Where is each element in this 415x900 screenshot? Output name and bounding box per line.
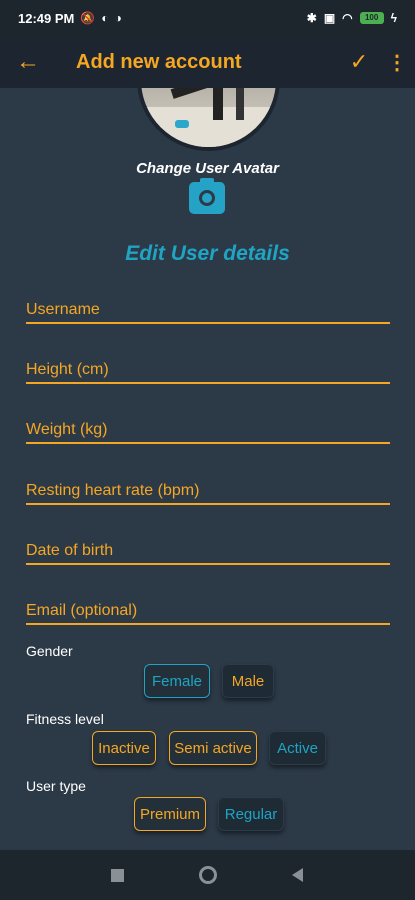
user-type-label: User type <box>26 778 86 794</box>
system-nav-bar <box>0 850 415 900</box>
email-input[interactable] <box>26 602 390 620</box>
user-type-regular-chip[interactable]: Regular <box>218 797 284 831</box>
gender-label: Gender <box>26 643 73 659</box>
camera-icon[interactable] <box>189 178 225 214</box>
resting-hr-input[interactable] <box>26 482 390 500</box>
avatar[interactable] <box>137 88 280 151</box>
weight-field <box>26 410 390 444</box>
dob-input[interactable] <box>26 542 390 560</box>
height-input[interactable] <box>26 361 390 379</box>
username-input[interactable] <box>26 301 390 319</box>
user-type-premium-chip[interactable]: Premium <box>134 797 206 831</box>
email-field <box>26 591 390 625</box>
fitness-semi-active-chip[interactable]: Semi active <box>169 731 257 765</box>
page-title: Add new account <box>76 50 242 73</box>
change-avatar-label: Change User Avatar <box>136 160 279 177</box>
app-notification-icon-2: ◑ <box>114 11 122 25</box>
mute-icon: 🔕 <box>80 11 96 25</box>
charging-icon: ϟ <box>390 11 397 25</box>
app-notification-icon: ◐ <box>101 11 109 25</box>
back-arrow-icon[interactable]: ← <box>0 36 56 88</box>
sim-icon: ▣ <box>323 11 336 25</box>
section-title: Edit User details <box>125 242 290 265</box>
recents-button[interactable] <box>73 850 163 900</box>
battery-icon: 100 <box>359 12 384 24</box>
fitness-active-chip[interactable]: Active <box>269 731 326 765</box>
form-content: Change User Avatar Edit User details Gen… <box>0 88 415 850</box>
fitness-inactive-chip[interactable]: Inactive <box>92 731 156 765</box>
back-button[interactable] <box>253 850 343 900</box>
more-options-icon[interactable]: ⋮ <box>379 36 415 88</box>
bluetooth-icon: ✱ <box>306 11 317 25</box>
dob-field <box>26 531 390 565</box>
weight-input[interactable] <box>26 421 390 439</box>
username-field <box>26 290 390 324</box>
status-bar: 12:49 PM 🔕 ◐ ◑ ✱ ▣ ◠ 100 ϟ <box>0 0 415 36</box>
save-check-icon[interactable]: ✓ <box>339 36 379 88</box>
height-field <box>26 350 390 384</box>
wifi-icon: ◠ <box>342 11 353 25</box>
circle-icon <box>198 866 217 884</box>
gender-male-chip[interactable]: Male <box>222 664 274 698</box>
resting-hr-field <box>26 471 390 505</box>
status-time: 12:49 PM <box>18 10 75 26</box>
fitness-level-label: Fitness level <box>26 711 104 727</box>
app-bar: ← Add new account ✓ ⋮ <box>0 36 415 88</box>
square-icon <box>111 868 124 882</box>
gender-female-chip[interactable]: Female <box>144 664 210 698</box>
triangle-back-icon <box>292 868 303 882</box>
home-button[interactable] <box>163 850 253 900</box>
